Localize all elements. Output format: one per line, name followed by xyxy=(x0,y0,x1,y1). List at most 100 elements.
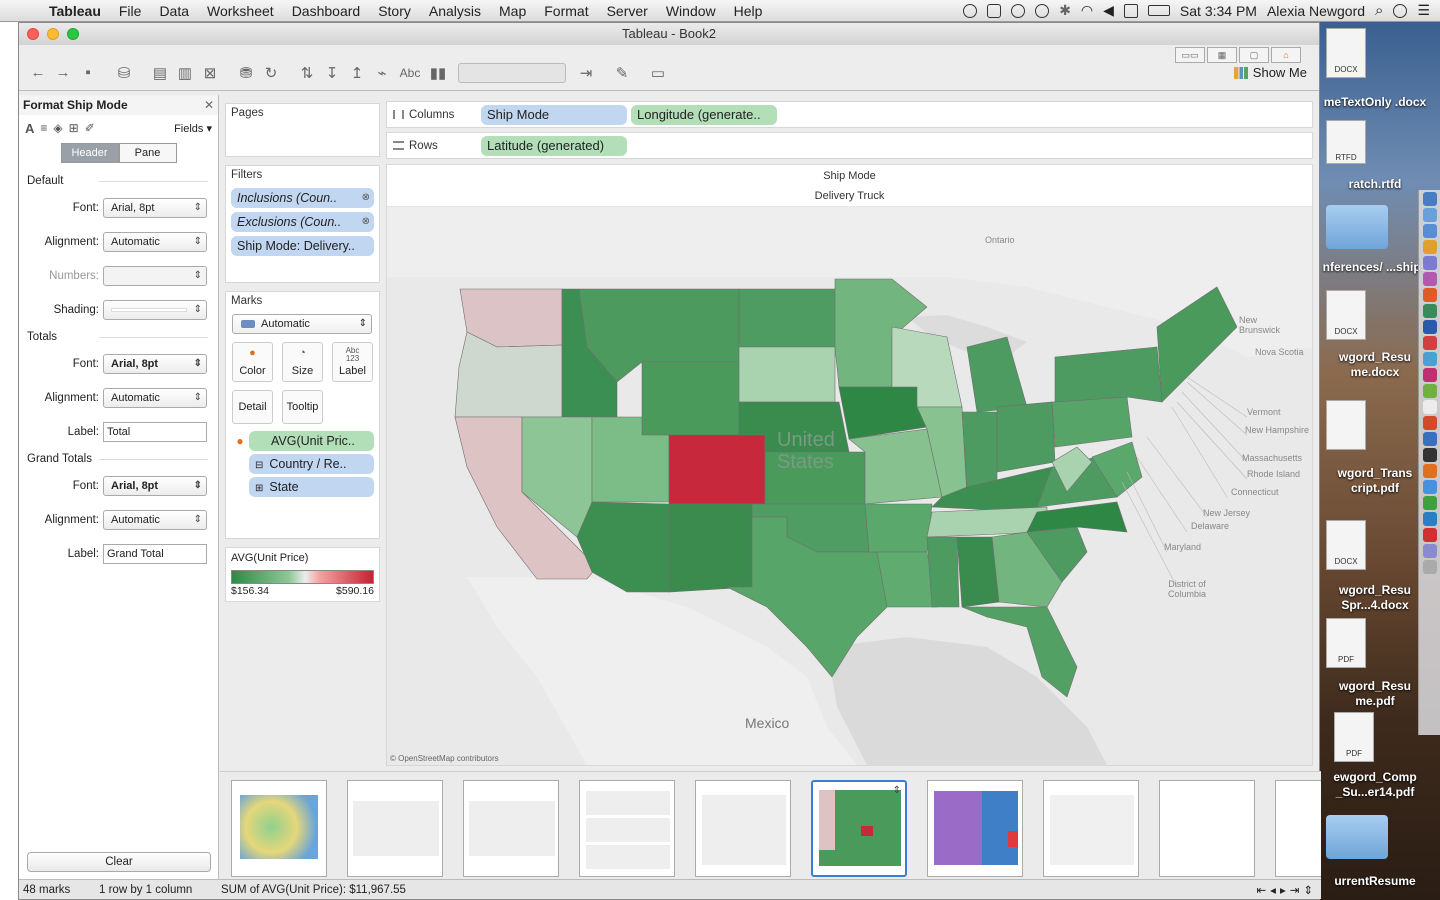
marks-field-country[interactable]: ⊟ Country / Re.. xyxy=(249,454,374,474)
menu-file[interactable]: File xyxy=(110,3,151,19)
show-me-button[interactable]: Show Me xyxy=(1233,65,1307,80)
dock-app-icon[interactable] xyxy=(1423,288,1437,302)
size-button[interactable]: ◔ Size xyxy=(282,342,323,382)
menu-worksheet[interactable]: Worksheet xyxy=(198,3,283,19)
map-copyright[interactable]: © OpenStreetMap contributors xyxy=(390,754,499,763)
desktop-file-label[interactable]: meTextOnly .docx xyxy=(1320,95,1430,110)
dock-app-icon[interactable] xyxy=(1423,336,1437,350)
zoom-window-button[interactable] xyxy=(67,28,79,40)
label-button[interactable]: Abc 123 Label xyxy=(332,342,373,382)
default-alignment-select[interactable]: Automatic xyxy=(103,232,207,252)
notification-icon[interactable] xyxy=(1393,3,1408,18)
dock-app-icon[interactable] xyxy=(1423,512,1437,526)
row-pill-latitude[interactable]: Latitude (generated) xyxy=(481,135,627,156)
tab-pane[interactable]: Pane xyxy=(118,143,177,163)
dock-app-icon[interactable] xyxy=(1423,224,1437,238)
menu-list-icon[interactable]: ☰ xyxy=(1417,2,1430,19)
presentation-icon[interactable]: ▭ xyxy=(647,62,669,84)
font-format-icon[interactable]: A xyxy=(25,121,34,136)
show-labels-icon[interactable]: Abc xyxy=(396,62,424,84)
desktop-file-label[interactable]: ratch.rtfd xyxy=(1320,177,1430,192)
forward-icon[interactable]: → xyxy=(52,62,74,84)
rtfd-file-icon[interactable]: RTFD xyxy=(1326,120,1366,164)
battery-icon[interactable] xyxy=(1147,5,1170,16)
dock-app-icon[interactable] xyxy=(1423,416,1437,430)
dock-app-icon[interactable] xyxy=(1423,208,1437,222)
sheet-nav-last-icon[interactable]: ⇥ xyxy=(1290,883,1300,897)
tooltip-button[interactable]: Tooltip xyxy=(282,390,323,424)
trash-icon[interactable] xyxy=(1423,560,1437,574)
grand-totals-font-select[interactable]: Arial, 8pt xyxy=(103,476,207,496)
menu-format[interactable]: Format xyxy=(535,3,597,19)
chart-type-icon[interactable]: ▮▮ xyxy=(427,62,449,84)
dock-app-icon[interactable] xyxy=(1423,304,1437,318)
dock-app-icon[interactable] xyxy=(1423,496,1437,510)
dock-app-icon[interactable] xyxy=(1423,272,1437,286)
dock-app-icon[interactable] xyxy=(1423,256,1437,270)
expand-icon[interactable]: ⊞ xyxy=(255,483,263,494)
desktop-file-label[interactable]: wgord_Resu Spr...4.docx xyxy=(1320,583,1430,613)
collapse-icon[interactable]: ⊟ xyxy=(255,460,263,471)
swap-icon[interactable]: ⇅ xyxy=(296,62,318,84)
borders-format-icon[interactable]: ⊞ xyxy=(69,121,79,135)
sheet-sorter-button[interactable]: ▦ xyxy=(1207,47,1237,63)
desktop-file-label[interactable]: nferences/ ...ships xyxy=(1320,260,1430,275)
lines-format-icon[interactable]: ✐ xyxy=(85,121,95,135)
filters-shelf[interactable]: Filters Inclusions (Coun.. ⊗ Exclusions (… xyxy=(225,165,380,283)
start-page-button[interactable]: ⌂ xyxy=(1271,47,1301,63)
grand-totals-label-input[interactable]: Grand Total xyxy=(103,544,207,564)
color-button[interactable]: ● Color xyxy=(232,342,273,382)
clock[interactable]: Sat 3:34 PM xyxy=(1180,3,1257,19)
folder-icon[interactable] xyxy=(1326,205,1388,249)
duplicate-sheet-icon[interactable]: ▥ xyxy=(174,62,196,84)
desktop-file-label[interactable]: urrentResume xyxy=(1320,874,1430,889)
desktop-file-label[interactable]: wgord_Resu me.docx xyxy=(1320,350,1430,380)
sheet-thumbnail[interactable] xyxy=(1275,780,1321,877)
marks-field-avg-unit-price[interactable]: AVG(Unit Pric.. xyxy=(249,431,374,451)
wifi-icon[interactable]: ◠ xyxy=(1081,2,1093,19)
sheet-nav-first-icon[interactable]: ⇤ xyxy=(1257,883,1267,897)
folder-icon[interactable] xyxy=(1326,815,1388,859)
desktop-file-label[interactable]: ewgord_Comp _Su...er14.pdf xyxy=(1320,770,1430,800)
dock-app-icon[interactable] xyxy=(1423,192,1437,206)
dock-app-icon[interactable] xyxy=(1423,480,1437,494)
menu-map[interactable]: Map xyxy=(490,3,535,19)
dock-app-icon[interactable] xyxy=(1423,384,1437,398)
sheet-thumbnail[interactable] xyxy=(463,780,559,877)
sheet-thumbnail[interactable] xyxy=(927,780,1023,877)
menu-help[interactable]: Help xyxy=(725,3,772,19)
tab-header[interactable]: Header xyxy=(60,143,119,163)
menu-app[interactable]: Tableau xyxy=(40,3,110,19)
default-font-select[interactable]: Arial, 8pt xyxy=(103,198,207,218)
docx-file-icon[interactable]: DOCX xyxy=(1326,28,1366,78)
sheet-nav-next-icon[interactable]: ▸ xyxy=(1280,883,1286,897)
pdf-file-icon[interactable]: PDF xyxy=(1334,712,1374,762)
menu-dashboard[interactable]: Dashboard xyxy=(283,3,370,19)
numbers-select[interactable] xyxy=(103,266,207,286)
marks-field-state[interactable]: ⊞ State xyxy=(249,477,374,497)
sort-descending-icon[interactable]: ↥ xyxy=(346,62,368,84)
column-pill-ship-mode[interactable]: Ship Mode xyxy=(481,104,627,125)
new-sheet-icon[interactable]: ▤ xyxy=(149,62,171,84)
fix-axes-icon[interactable]: ⇥ xyxy=(575,62,597,84)
filter-pill-ship-mode[interactable]: Ship Mode: Delivery.. xyxy=(231,236,374,256)
totals-alignment-select[interactable]: Automatic xyxy=(103,388,207,408)
rows-shelf[interactable]: Rows Latitude (generated) xyxy=(386,132,1313,159)
sheet-nav-prev-icon[interactable]: ◂ xyxy=(1270,883,1276,897)
map[interactable]: Ontario United States Mexico New Brunswi… xyxy=(387,207,1312,765)
shading-format-icon[interactable]: ◈ xyxy=(53,121,62,135)
pdf-file-icon[interactable]: PDF xyxy=(1326,618,1366,668)
clear-button[interactable]: Clear xyxy=(27,852,211,872)
mark-type-select[interactable]: Automatic xyxy=(232,314,372,334)
dock-app-icon[interactable] xyxy=(1423,448,1437,462)
detail-button[interactable]: Detail xyxy=(232,390,273,424)
shading-select[interactable] xyxy=(103,300,207,320)
highlight-icon[interactable]: ✎ xyxy=(611,62,633,84)
filmstrip-view-button[interactable]: ▭▭ xyxy=(1175,47,1205,63)
calendar-icon[interactable] xyxy=(1123,3,1138,18)
clear-sheet-icon[interactable]: ⊠ xyxy=(199,62,221,84)
spotlight-search-icon[interactable]: ⌕ xyxy=(1375,2,1383,19)
pause-updates-icon[interactable]: ⛃ xyxy=(235,62,257,84)
color-legend[interactable]: AVG(Unit Price) $156.34 $590.16 xyxy=(225,547,380,602)
totals-font-select[interactable]: Arial, 8pt xyxy=(103,354,207,374)
